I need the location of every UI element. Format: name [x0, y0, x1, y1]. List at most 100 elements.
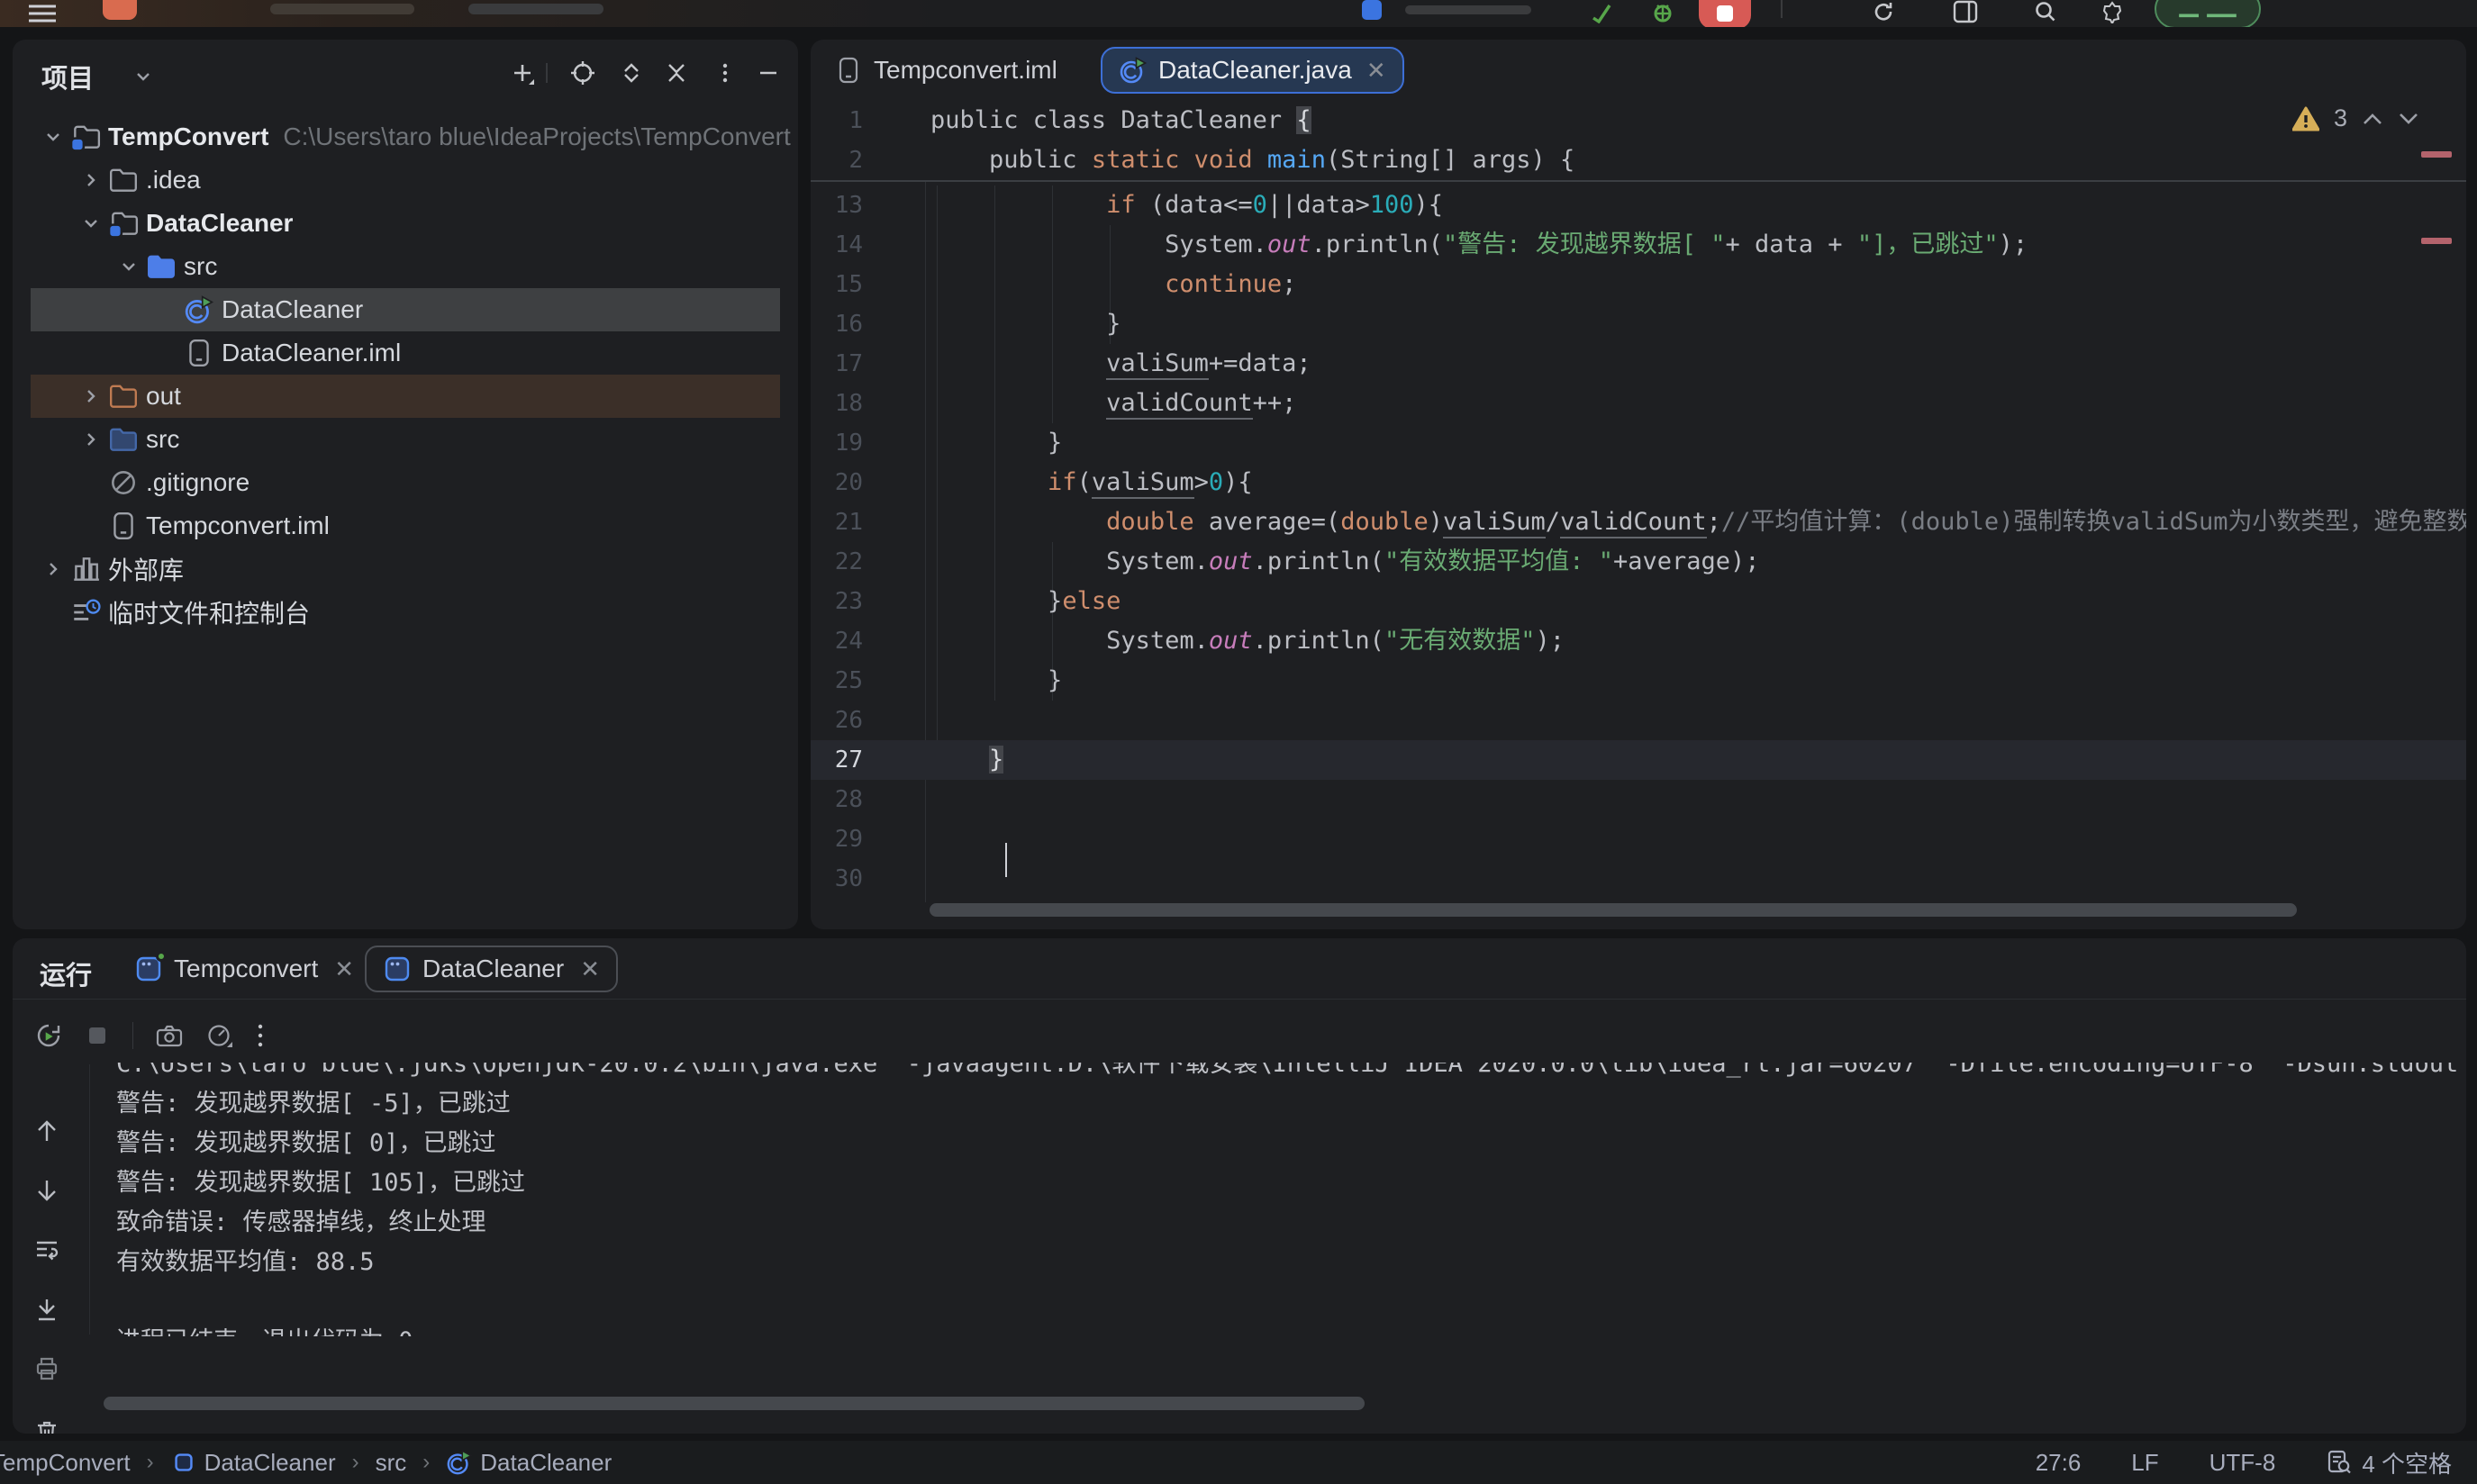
- chevron-right-icon[interactable]: [77, 426, 104, 453]
- tree-item-临时文件和控制台[interactable]: 临时文件和控制台: [13, 591, 798, 634]
- down-arrow-icon[interactable]: [34, 1178, 59, 1203]
- chevron-spacer: [40, 599, 67, 626]
- chevron-down-icon[interactable]: [40, 123, 67, 150]
- search-icon[interactable]: [2034, 0, 2057, 23]
- indent-setting[interactable]: 4 个空格: [2326, 1446, 2452, 1479]
- tree-item-外部库[interactable]: 外部库: [13, 547, 798, 591]
- run-tab-tempconvert[interactable]: Tempconvert✕: [134, 946, 354, 992]
- breadcrumb-item-tempconvert[interactable]: TempConvert: [0, 1449, 131, 1477]
- line-ending[interactable]: LF: [2131, 1449, 2158, 1477]
- hide-panel-icon[interactable]: [755, 59, 782, 86]
- soft-wrap-icon[interactable]: [34, 1237, 59, 1262]
- warning-icon: [2292, 106, 2319, 131]
- run-config-icon[interactable]: [1362, 0, 1382, 20]
- more-options-icon[interactable]: [256, 1022, 265, 1049]
- tree-item-datacleaner[interactable]: DataCleaner: [13, 202, 798, 245]
- chevron-down-icon[interactable]: [77, 210, 104, 237]
- run-icon[interactable]: [1590, 0, 1613, 23]
- tree-item-tempconvert[interactable]: TempConvertC:\Users\taro blue\IdeaProjec…: [13, 115, 798, 158]
- project-path: C:\Users\taro blue\IdeaProjects\TempConv…: [283, 122, 790, 151]
- collapse-all-icon[interactable]: [663, 59, 690, 86]
- code-line-15: 15 continue;: [811, 265, 2466, 304]
- prev-problem-icon[interactable]: [2362, 112, 2383, 126]
- chevron-down-icon[interactable]: [115, 253, 142, 280]
- vcs-widget[interactable]: [468, 4, 603, 14]
- project-widget[interactable]: [270, 4, 414, 14]
- run-panel-title[interactable]: 运行: [40, 955, 92, 992]
- console-horizontal-scrollbar[interactable]: [104, 1397, 1365, 1410]
- run-tab-datacleaner[interactable]: DataCleaner✕: [365, 946, 618, 992]
- breadcrumb-label: TempConvert: [0, 1449, 131, 1477]
- locate-icon[interactable]: [569, 59, 596, 86]
- console-gutter: [13, 1064, 90, 1335]
- file-encoding[interactable]: UTF-8: [2209, 1449, 2276, 1477]
- clear-all-icon[interactable]: [34, 1419, 59, 1434]
- close-icon[interactable]: ✕: [334, 955, 354, 983]
- tree-item-datacleaner[interactable]: DataCleaner: [13, 288, 798, 331]
- close-icon[interactable]: ✕: [1366, 57, 1386, 85]
- stop-button[interactable]: [1699, 0, 1751, 27]
- up-arrow-icon[interactable]: [34, 1118, 59, 1144]
- run-tool-window: 运行 Tempconvert✕DataCleaner✕: [13, 938, 2466, 1434]
- line-number: 21: [811, 502, 863, 542]
- out-folder-icon: [108, 381, 139, 412]
- project-panel-title[interactable]: 项目: [41, 58, 94, 95]
- code-text: double average=(double)valiSum/validCoun…: [930, 502, 2466, 542]
- scroll-to-end-icon[interactable]: [34, 1297, 59, 1322]
- recording-pill[interactable]: [2155, 0, 2261, 27]
- tree-item-label: 临时文件和控制台: [108, 594, 310, 630]
- code-editor[interactable]: 1public class DataCleaner {2 public stat…: [811, 101, 2466, 902]
- src-folder-open-icon: [146, 251, 177, 282]
- print-icon[interactable]: [34, 1356, 59, 1381]
- chevron-right-icon[interactable]: [77, 167, 104, 194]
- code-line-26: 26: [811, 701, 2466, 740]
- stripe-warning-mark[interactable]: [2421, 238, 2452, 244]
- more-options-icon[interactable]: [712, 59, 739, 86]
- breadcrumb-item-datacleaner[interactable]: DataCleaner: [170, 1449, 336, 1477]
- tree-item-label: out: [146, 382, 181, 411]
- refresh-icon[interactable]: [1872, 0, 1895, 23]
- profiler-icon[interactable]: [205, 1022, 234, 1049]
- tree-item-label: DataCleaner: [222, 295, 363, 324]
- code-line-16: 16 }: [811, 304, 2466, 344]
- main-menu-icon[interactable]: [27, 2, 58, 25]
- caret-position[interactable]: 27:6: [2036, 1449, 2082, 1477]
- app-icon: [103, 0, 137, 20]
- code-line-28: 28: [811, 780, 2466, 819]
- breadcrumb-item-src[interactable]: src: [376, 1449, 407, 1477]
- camera-icon[interactable]: [155, 1022, 184, 1049]
- tree-item-datacleaner.iml[interactable]: DataCleaner.iml: [13, 331, 798, 375]
- text-caret: [1005, 843, 1007, 877]
- tree-item-tempconvert.iml[interactable]: Tempconvert.iml: [13, 504, 798, 547]
- chevron-right-icon[interactable]: [77, 383, 104, 410]
- close-icon[interactable]: ✕: [580, 955, 600, 983]
- tree-item-src[interactable]: src: [13, 245, 798, 288]
- line-number: 23: [811, 582, 863, 621]
- expand-all-icon[interactable]: [618, 59, 645, 86]
- next-problem-icon[interactable]: [2398, 112, 2419, 126]
- debug-icon[interactable]: [1651, 0, 1674, 23]
- console-output[interactable]: C:\Users\taro blue\.jdks\openjdk-20.0.2\…: [91, 1063, 2457, 1336]
- rerun-icon[interactable]: [35, 1022, 62, 1049]
- stripe-warning-mark[interactable]: [2421, 151, 2452, 158]
- editor-tab-datacleaner.java[interactable]: DataCleaner.java✕: [1101, 47, 1404, 94]
- module-badge-icon: [170, 1449, 197, 1476]
- tree-item-.idea[interactable]: .idea: [13, 158, 798, 202]
- inspections-widget[interactable]: 3: [2292, 104, 2419, 132]
- layout-icon[interactable]: [1953, 0, 1978, 23]
- code-line-25: 25 }: [811, 661, 2466, 701]
- console-line: C:\Users\taro blue\.jdks\openjdk-20.0.2\…: [116, 1063, 2457, 1084]
- line-number: 18: [811, 384, 863, 423]
- breadcrumb-item-datacleaner[interactable]: DataCleaner: [446, 1449, 612, 1477]
- chevron-right-icon[interactable]: [40, 556, 67, 583]
- tree-item-label: src: [146, 425, 179, 454]
- tree-item-src[interactable]: src: [13, 418, 798, 461]
- editor-horizontal-scrollbar[interactable]: [930, 903, 2297, 917]
- settings-icon[interactable]: [2100, 0, 2124, 23]
- add-icon[interactable]: [509, 59, 536, 86]
- code-line-2: 2 public static void main(String[] args)…: [811, 140, 2466, 180]
- tree-item-out[interactable]: out: [13, 375, 798, 418]
- tree-item-label: DataCleaner.iml: [222, 339, 401, 367]
- editor-tab-tempconvert.iml[interactable]: Tempconvert.iml: [834, 47, 1057, 94]
- tree-item-.gitignore[interactable]: .gitignore: [13, 461, 798, 504]
